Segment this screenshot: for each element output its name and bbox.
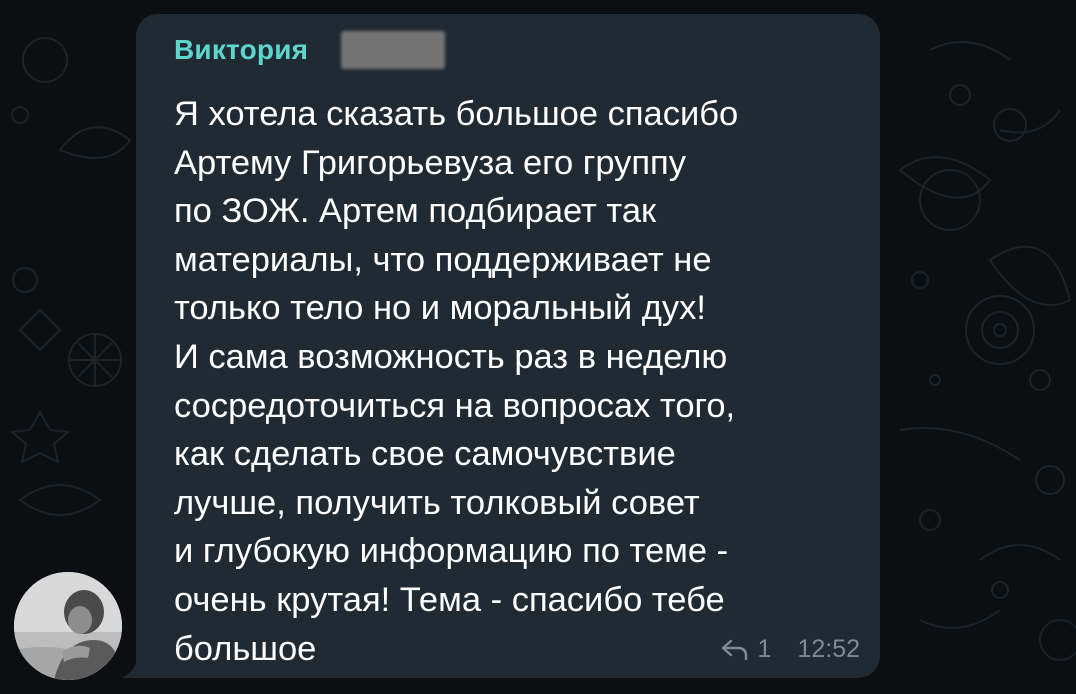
message-line: лучше, получить толковый совет [174,483,700,522]
avatar[interactable] [14,572,122,680]
message-line: материалы, что поддерживает не [174,240,712,279]
message-meta: 1 12:52 [720,635,860,664]
message-line: И сама возможность раз в неделю [174,337,728,376]
reply-count[interactable]: 1 [758,635,772,664]
message-line: Артему Григорьевуза его группу [174,143,686,182]
message-time: 12:52 [797,635,860,663]
message-line: сосредоточиться на вопросах того, [174,386,736,425]
message-line: очень крутая! Тема - спасибо тебе [174,580,725,619]
sender-name[interactable]: Виктория [174,34,308,66]
user-photo-avatar [14,572,122,680]
message-line: и глубокую информацию по теме - [174,532,729,571]
message-bubble[interactable]: Виктория Я хотела сказать большое спасиб… [136,14,880,678]
message-line: как сделать свое самочувствие [174,435,676,474]
message-line: Я хотела сказать большое спасибо [174,95,739,133]
message-line: только тело но и моральный дух! [174,289,706,328]
redacted-surname [341,31,445,69]
reply-arrow-icon[interactable] [720,639,750,661]
message-line: по ЗОЖ. Артем подбирает так [174,192,657,231]
message-text: Я хотела сказать большое спасибо Артему … [174,90,864,673]
